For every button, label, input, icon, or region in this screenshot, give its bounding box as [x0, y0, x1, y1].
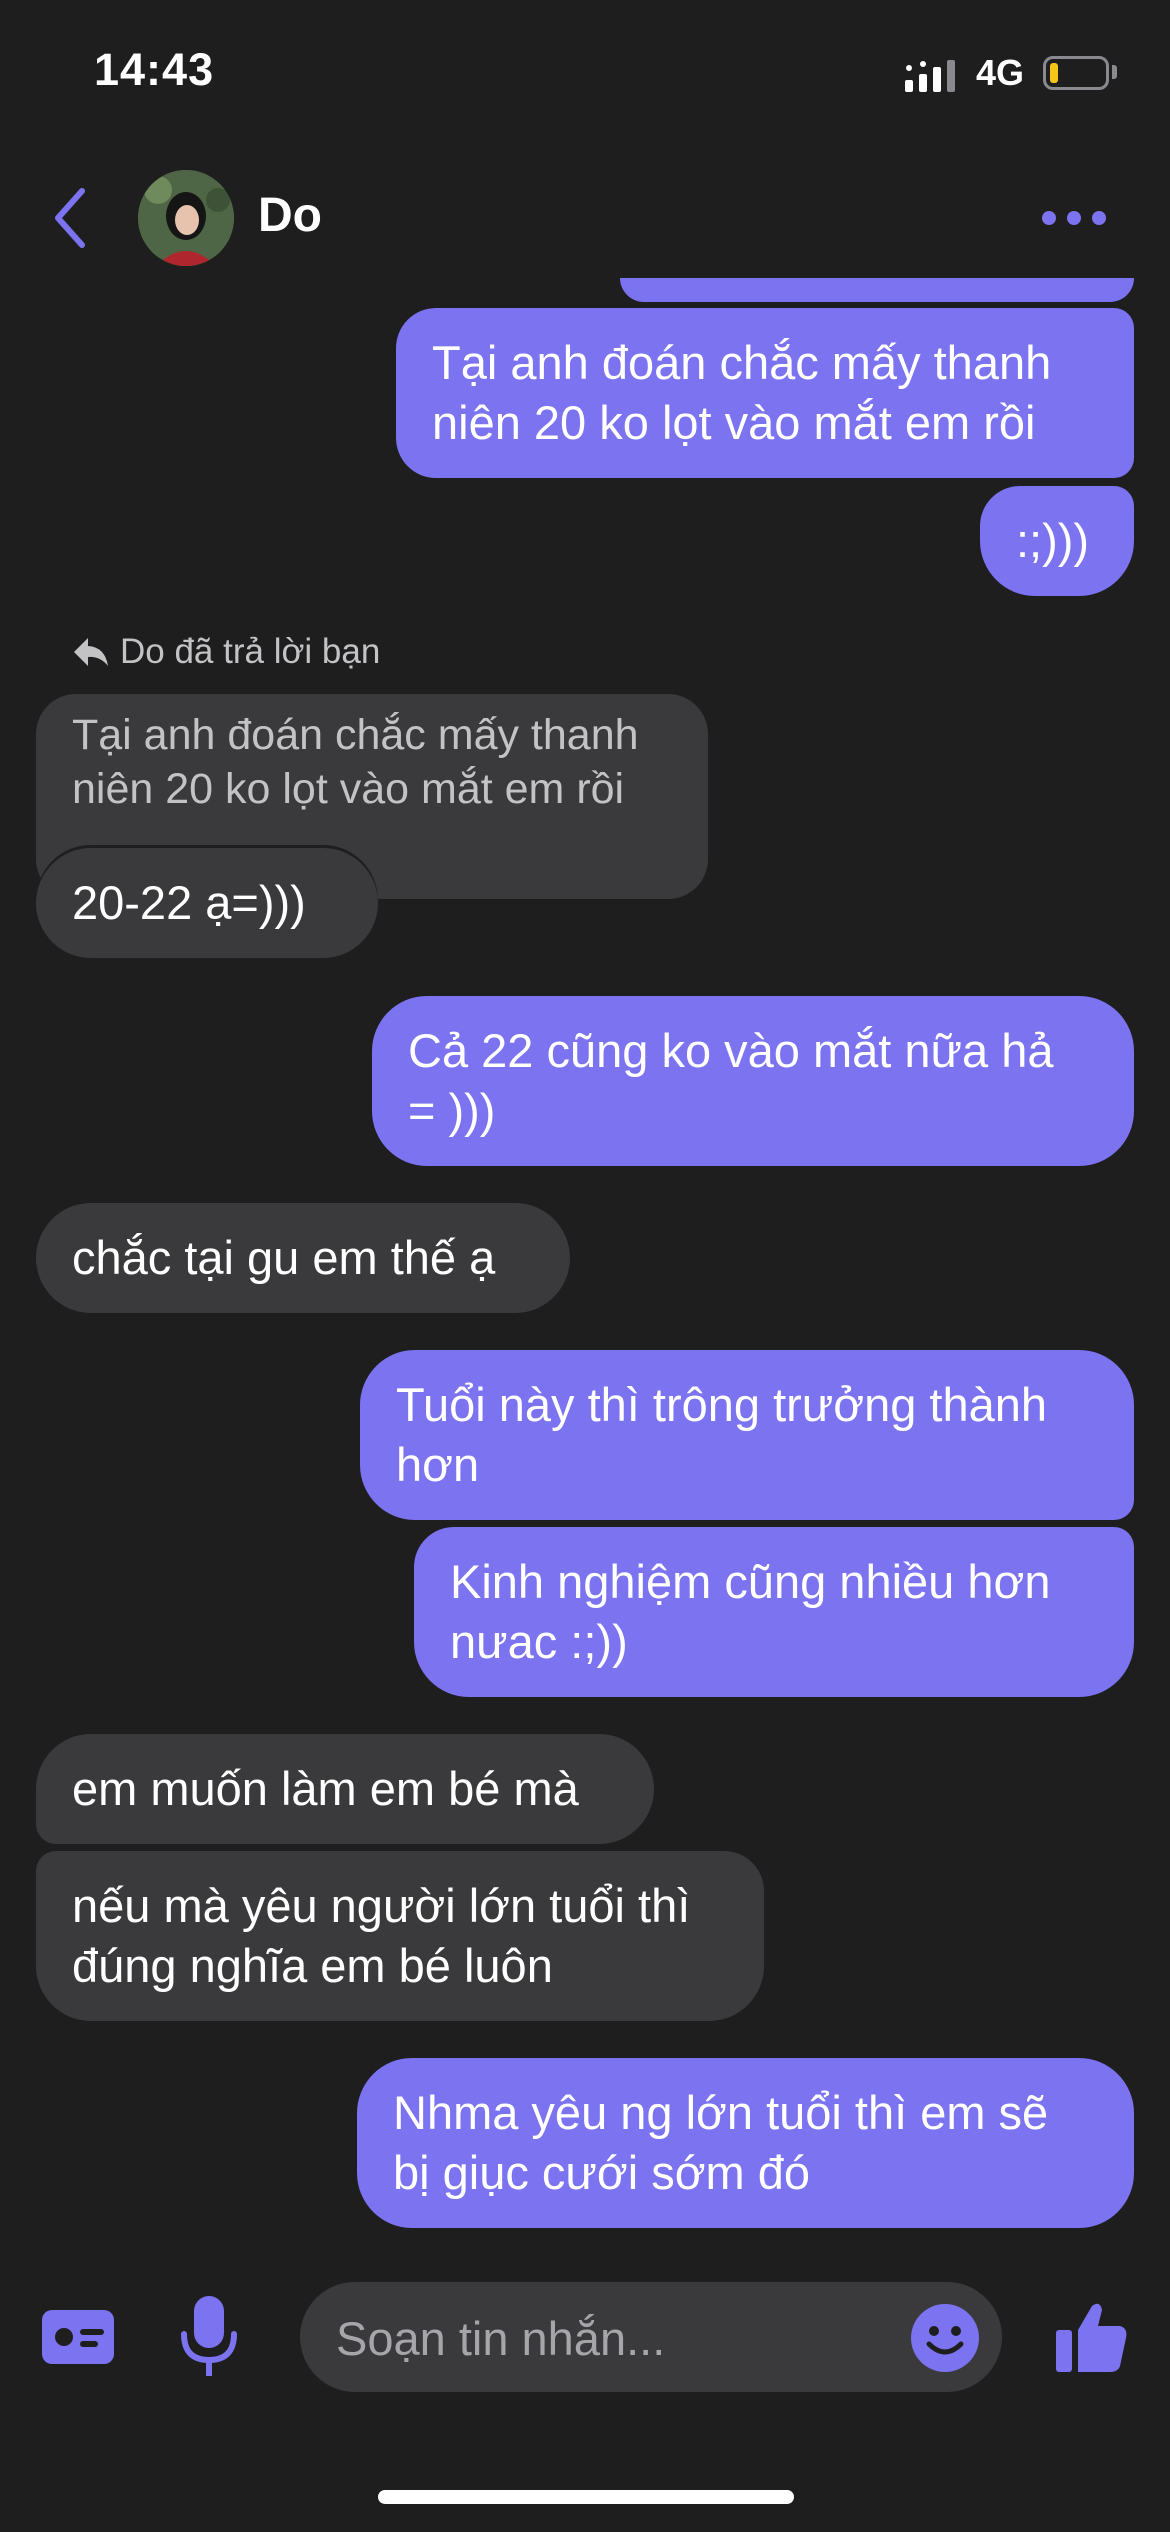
contact-name[interactable]: Do [258, 188, 322, 243]
quoted-text: Tại anh đoán chắc mấy thanh [72, 711, 639, 759]
message-text: đúng nghĩa em bé luôn [72, 1939, 553, 1992]
message-text: niên 20 ko lọt vào mắt em rồi [432, 396, 1036, 449]
message-text: :;))) [1016, 514, 1090, 567]
message-composer[interactable] [300, 2282, 1002, 2394]
message-text: = ))) [408, 1084, 496, 1137]
message-bubble-outgoing[interactable]: Tuổi này thì trông trưởng thành hơn [360, 1350, 1134, 1520]
reply-note-text: Do đã trả lời bạn [120, 632, 381, 671]
battery-tip [1112, 65, 1117, 79]
emoji-icon[interactable] [911, 2304, 979, 2372]
more-dots-icon[interactable] [1041, 210, 1107, 226]
message-bubble-partial [620, 278, 1134, 302]
message-text: nưac :;)) [450, 1615, 628, 1668]
thumbs-up-icon[interactable] [1054, 2300, 1128, 2374]
signal-icon [905, 60, 955, 92]
avatar[interactable] [138, 170, 234, 266]
status-time: 14:43 [94, 44, 215, 95]
message-text: Tuổi này thì trông trưởng thành [396, 1378, 1048, 1431]
message-bubble-outgoing[interactable]: Tại anh đoán chắc mấy thanh niên 20 ko l… [396, 308, 1134, 478]
message-text: hơn [396, 1438, 480, 1491]
message-input[interactable] [334, 2282, 878, 2394]
message-bubble-outgoing[interactable]: Cả 22 cũng ko vào mắt nữa hả = ))) [372, 996, 1134, 1166]
reply-note: Do đã trả lời bạn [72, 632, 380, 672]
microphone-icon[interactable] [178, 2296, 240, 2380]
back-chevron-icon[interactable] [50, 185, 90, 251]
id-card-icon[interactable] [42, 2310, 114, 2364]
message-text: Kinh nghiệm cũng nhiều hơn [450, 1555, 1051, 1608]
quoted-text: niên 20 ko lọt vào mắt em rồi [72, 765, 625, 813]
reply-arrow-icon [74, 638, 108, 666]
message-text: nếu mà yêu người lớn tuổi thì [72, 1879, 691, 1932]
message-bubble-incoming[interactable]: nếu mà yêu người lớn tuổi thì đúng nghĩa… [36, 1851, 764, 2021]
message-text: bị giục cưới sớm đó [393, 2146, 811, 2199]
message-text: em muốn làm em bé mà [72, 1762, 579, 1815]
message-bubble-outgoing[interactable]: :;))) [980, 486, 1134, 596]
home-indicator[interactable] [378, 2490, 794, 2504]
battery-icon [1043, 56, 1109, 90]
message-bubble-incoming[interactable]: chắc tại gu em thế ạ [36, 1203, 570, 1313]
message-text: Nhma yêu ng lớn tuổi thì em sẽ [393, 2086, 1049, 2139]
message-text: Tại anh đoán chắc mấy thanh [432, 336, 1052, 389]
message-text: Cả 22 cũng ko vào mắt nữa hả [408, 1024, 1054, 1077]
message-text: chắc tại gu em thế ạ [72, 1231, 496, 1284]
network-type: 4G [976, 52, 1025, 93]
message-bubble-incoming[interactable]: em muốn làm em bé mà [36, 1734, 654, 1844]
message-text: 20-22 ạ=))) [72, 876, 306, 929]
message-bubble-outgoing[interactable]: Nhma yêu ng lớn tuổi thì em sẽ bị giục c… [357, 2058, 1134, 2228]
message-bubble-outgoing[interactable]: Kinh nghiệm cũng nhiều hơn nưac :;)) [414, 1527, 1134, 1697]
message-bubble-incoming[interactable]: 20-22 ạ=))) [36, 848, 378, 958]
